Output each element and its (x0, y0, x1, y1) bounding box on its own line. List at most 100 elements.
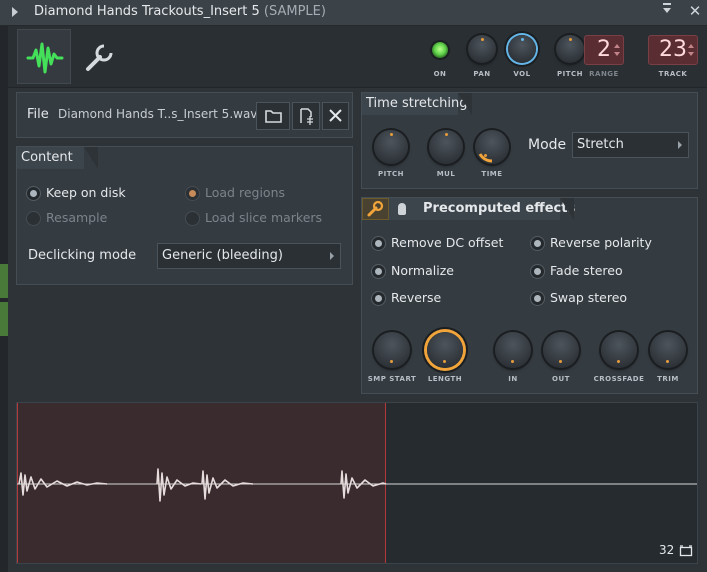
radio-indicator (26, 211, 41, 226)
precomputed-effects-title: Precomputed effects (423, 201, 576, 216)
window-title-text: Diamond Hands Trackouts_Insert 5 (34, 4, 260, 19)
trim-knob[interactable] (650, 332, 686, 368)
stretch-mul-knob[interactable] (429, 130, 463, 164)
precomputed-effects-panel: Precomputed effects Remove DC offset Rev… (361, 197, 698, 394)
header-notch (84, 147, 98, 169)
checkbox-indicator (371, 264, 386, 279)
window-menu-icon[interactable] (660, 3, 674, 19)
sampler-toolbar: ON PAN VOL PITCH 2 RANGE 23 TRACK (8, 26, 707, 88)
file-edit-icon (300, 108, 313, 125)
stretch-mode-label: Mode (528, 137, 567, 153)
file-row: File Diamond Hands T..s_Insert 5.wav (16, 92, 353, 138)
pitch-knob[interactable] (556, 35, 584, 63)
option-label: Load slice markers (205, 210, 323, 225)
declicking-mode-label: Declicking mode (28, 248, 137, 263)
waveform-icon (26, 42, 64, 74)
folder-icon (265, 110, 282, 123)
precomputed-effects-header: Precomputed effects (362, 198, 575, 220)
radio-indicator (26, 186, 41, 201)
stretch-time-label: TIME (481, 170, 503, 178)
crossfade-label: CROSSFADE (593, 375, 645, 383)
sample-start-knob[interactable] (374, 332, 410, 368)
checkbox-indicator (371, 236, 386, 251)
collapse-arrow-icon[interactable] (12, 7, 18, 17)
increment-arrow-icon (688, 44, 694, 48)
zoom-fit-icon[interactable] (679, 545, 693, 557)
pan-knob[interactable] (468, 35, 496, 63)
fade-out-label: OUT (552, 375, 570, 383)
file-label: File (27, 107, 49, 122)
increment-arrow-icon (614, 44, 620, 48)
window-subtitle: (SAMPLE) (263, 4, 326, 19)
volume-knob[interactable] (508, 35, 536, 63)
pan-label: PAN (473, 70, 491, 78)
header-notch (458, 93, 472, 115)
fade-in-knob[interactable] (495, 332, 531, 368)
content-panel-title: Content (17, 147, 84, 169)
decrement-arrow-icon (614, 52, 620, 56)
stretch-pitch-label: PITCH (377, 170, 404, 178)
option-label: Fade stereo (550, 263, 623, 278)
zoom-level: 32 (659, 543, 675, 557)
option-label: Normalize (391, 263, 454, 278)
sample-start-label: SMP START (367, 375, 417, 383)
option-label: Reverse (391, 290, 442, 305)
vol-label: VOL (513, 70, 531, 78)
remove-file-button[interactable] (322, 102, 349, 130)
left-edge-strip (0, 26, 8, 572)
option-label: Swap stereo (550, 290, 628, 305)
waveform-view[interactable]: 32 (16, 402, 698, 564)
channel-on-led[interactable] (432, 42, 448, 58)
waveform-graph (17, 468, 697, 502)
precomputed-wrench-toggle[interactable] (362, 198, 389, 220)
stretch-time-knob[interactable] (475, 130, 509, 164)
radio-indicator (185, 211, 200, 226)
stretch-mode-value: Stretch (577, 137, 624, 152)
track-label: TRACK (658, 70, 688, 78)
wrench-icon (86, 44, 113, 71)
stretch-pitch-knob[interactable] (374, 130, 408, 164)
chevron-right-icon (678, 141, 682, 149)
checkbox-indicator (530, 264, 545, 279)
time-stretching-panel: Time stretching PITCH MUL TIME Mode Stre… (361, 92, 698, 189)
option-label: Load regions (205, 185, 286, 200)
tab-sample[interactable] (17, 29, 71, 84)
header-notch (560, 198, 574, 220)
mixer-track-value: 23 (659, 37, 687, 62)
close-icon[interactable]: ✕ (686, 2, 704, 20)
option-label: Remove DC offset (391, 235, 504, 250)
file-name[interactable]: Diamond Hands T..s_Insert 5.wav (58, 107, 256, 121)
stretch-mul-label: MUL (436, 170, 456, 178)
option-label: Keep on disk (46, 185, 126, 200)
open-in-editor-button[interactable] (292, 102, 320, 130)
microphone-icon (398, 203, 406, 215)
fade-out-knob[interactable] (543, 332, 579, 368)
length-label: LENGTH (427, 375, 463, 383)
mixer-track-display[interactable]: 23 (648, 35, 698, 65)
stretch-mode-select[interactable]: Stretch (572, 132, 689, 158)
radio-indicator (185, 186, 200, 201)
close-icon (329, 109, 342, 122)
pitch-label: PITCH (556, 70, 583, 78)
fade-in-label: IN (508, 375, 518, 383)
pitch-range-display[interactable]: 2 (584, 35, 624, 65)
window-title: Diamond Hands Trackouts_Insert 5 (SAMPLE… (34, 4, 326, 19)
decrement-arrow-icon (688, 52, 694, 56)
browse-file-button[interactable] (256, 102, 290, 130)
checkbox-indicator (530, 236, 545, 251)
checkbox-indicator (371, 291, 386, 306)
trim-label: TRIM (657, 375, 679, 383)
content-panel: Content Keep on disk Load regions Resamp… (16, 146, 353, 285)
time-knob-arc (478, 153, 493, 163)
checkbox-indicator (530, 291, 545, 306)
option-label: Reverse polarity (550, 235, 652, 250)
tab-settings[interactable] (74, 29, 124, 84)
range-label: RANGE (589, 70, 619, 78)
declicking-mode-select[interactable]: Generic (bleeding) (157, 243, 341, 269)
time-stretching-title: Time stretching (362, 93, 467, 115)
option-label: Resample (46, 210, 108, 225)
crossfade-knob[interactable] (601, 332, 637, 368)
chevron-right-icon (330, 252, 334, 260)
length-knob[interactable] (427, 332, 463, 368)
declicking-mode-value: Generic (bleeding) (162, 248, 283, 263)
